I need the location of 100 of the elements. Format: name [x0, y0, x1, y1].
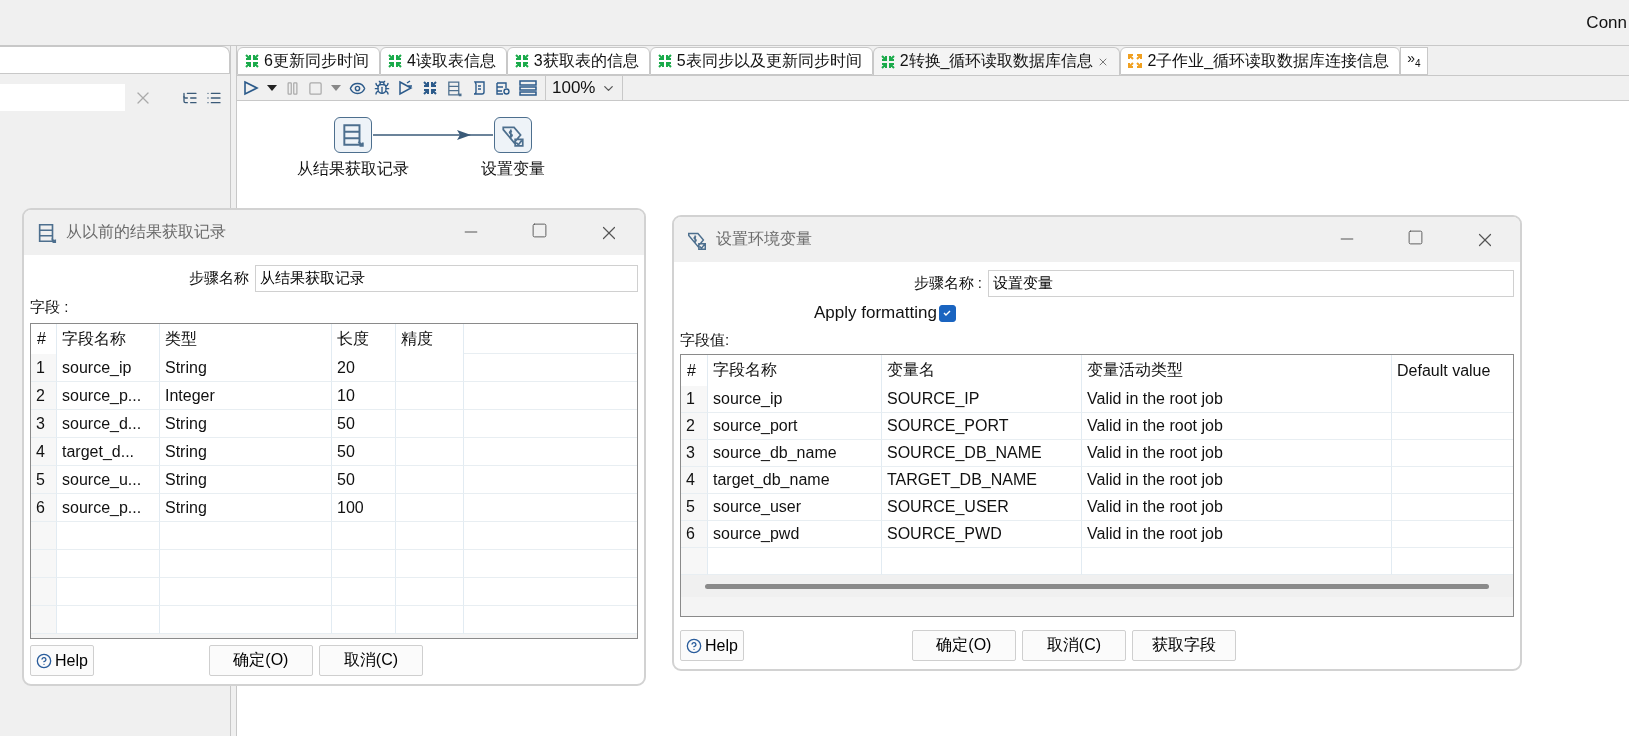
table-row[interactable]: 5 source_user SOURCE_USER Valid in the root job [681, 494, 1513, 521]
table-cell: Valid in the root job [1082, 440, 1392, 467]
table-cell: 100 [332, 494, 396, 522]
maximize-icon[interactable] [531, 221, 548, 239]
step-node[interactable] [334, 117, 372, 153]
table-cell: String [160, 410, 332, 438]
table-cell: TARGET_DB_NAME [882, 467, 1082, 494]
table-row[interactable]: 6 source_p... String 100 [31, 494, 637, 522]
row-number: 4 [681, 467, 708, 494]
table-row[interactable]: 1 source_ip String 20 [31, 354, 637, 382]
table-row[interactable]: 2 source_port SOURCE_PORT Valid in the root job [681, 413, 1513, 440]
dialog-button[interactable]: 取消(C) [1021, 630, 1126, 661]
table-row[interactable]: 3 source_d... String 50 [31, 410, 637, 438]
scrollbar[interactable] [681, 575, 1513, 597]
table-row[interactable]: 1 source_ip SOURCE_IP Valid in the root job [681, 386, 1513, 413]
table-row[interactable]: 4 target_db_name TARGET_DB_NAME Valid in the root job [681, 467, 1513, 494]
table-cell: source_d... [57, 410, 160, 438]
table-cell: source_ip [57, 354, 160, 382]
help-icon [686, 637, 702, 654]
table-cell: SOURCE_IP [882, 386, 1082, 413]
arrows-in-icon [422, 80, 438, 96]
input-field[interactable] [0, 46, 230, 74]
editor-tab[interactable]: 3获取表的信息 [506, 47, 650, 75]
editor-tab[interactable]: 2子作业_循环读取数据库连接信息 [1120, 47, 1401, 75]
script-icon[interactable] [471, 80, 487, 96]
table-cell: SOURCE_USER [882, 494, 1082, 521]
dialog-button[interactable]: 确定(O) [208, 645, 313, 676]
table-row[interactable]: 3 source_db_name SOURCE_DB_NAME Valid in the root job [681, 440, 1513, 467]
table-rows-icon [446, 79, 463, 97]
row-number: 3 [681, 440, 708, 467]
table-row[interactable]: 5 source_u... String 50 [31, 466, 637, 494]
help-button[interactable]: Help [680, 630, 744, 661]
row-number: 6 [31, 494, 57, 522]
table-cell: SOURCE_PORT [882, 413, 1082, 440]
bug-icon[interactable] [374, 80, 390, 96]
step-node[interactable] [494, 117, 532, 153]
table-cell: String [160, 466, 332, 494]
dialog-title: 设置环境变量 [716, 229, 813, 249]
table-row[interactable]: 2 source_p... Integer 10 [31, 382, 637, 410]
table-cell: 10 [332, 382, 396, 410]
arrows-in-icon [879, 53, 896, 70]
table-cell: SOURCE_DB_NAME [882, 440, 1082, 467]
step-label: 从结果获取记录 [297, 159, 409, 179]
table-cell: Valid in the root job [1082, 494, 1392, 521]
table-cell: source_user [708, 494, 882, 521]
editor-tab[interactable]: 5表同步以及更新同步时间 [649, 47, 873, 75]
dialog-button[interactable]: 取消(C) [318, 645, 423, 676]
table-cell: 50 [332, 438, 396, 466]
editor-tab[interactable]: 6更新同步时间 [237, 47, 380, 75]
maximize-icon[interactable] [1407, 228, 1424, 246]
checkbox[interactable] [938, 304, 956, 322]
field-label: 步骤名称 [189, 269, 249, 288]
editor-tab[interactable]: 4读取表信息 [379, 47, 507, 75]
table-rows-icon [36, 221, 58, 244]
zoom-dropdown[interactable]: 100% [545, 76, 624, 100]
step-label: 设置变量 [481, 159, 545, 179]
caret-icon[interactable] [267, 84, 277, 92]
dialog-button[interactable]: 确定(O) [911, 630, 1016, 661]
scrollbar-thumb[interactable] [705, 583, 1489, 589]
table-cell: source_u... [57, 466, 160, 494]
table-cell: Valid in the root job [1082, 413, 1392, 440]
row-number: 1 [31, 354, 57, 382]
pause-icon[interactable] [285, 80, 300, 96]
help-icon [36, 652, 52, 669]
row-number: 6 [681, 521, 708, 548]
arrows-in-icon [244, 53, 260, 69]
table-cell: Integer [160, 382, 332, 410]
table-cell: 50 [332, 410, 396, 438]
section-label: 字段值: [680, 331, 731, 350]
row-number: 2 [681, 413, 708, 440]
table-cell: target_d... [57, 438, 160, 466]
help-button[interactable]: Help [30, 645, 94, 676]
table-cell: SOURCE_PWD [882, 521, 1082, 548]
table-cell: Valid in the root job [1082, 521, 1392, 548]
table-cell: source_p... [57, 494, 160, 522]
row-number: 1 [681, 386, 708, 413]
arrows-in-icon [656, 53, 673, 69]
arrows-in-icon [513, 53, 530, 69]
table-cell: Valid in the root job [1082, 467, 1392, 494]
dialog-button[interactable]: 获取字段 [1131, 630, 1236, 661]
editor-tab[interactable]: 2转换_循环读取数据库信息 [872, 47, 1121, 75]
play-icon[interactable] [243, 80, 259, 96]
table-cell: 50 [332, 466, 396, 494]
table-cell: source_port [708, 413, 882, 440]
table-cell: String [160, 494, 332, 522]
section-label: 字段 : [30, 298, 70, 317]
table-cell: source_pwd [708, 521, 882, 548]
stop-icon[interactable] [308, 80, 323, 96]
layout-icon[interactable] [519, 80, 537, 96]
step-name-field[interactable]: 设置变量 [988, 270, 1514, 297]
table-row[interactable]: 4 target_d... String 50 [31, 438, 637, 466]
arrows-out-icon [1127, 53, 1144, 69]
table-cell: String [160, 354, 332, 382]
database-search-icon[interactable] [495, 80, 511, 96]
arrows-in-icon [386, 53, 403, 69]
step-name-field[interactable]: 从结果获取记录 [255, 265, 638, 292]
table-cell: source_p... [57, 382, 160, 410]
toolbar-label: Conn [1586, 12, 1627, 33]
table-row[interactable]: 6 source_pwd SOURCE_PWD Valid in the root job [681, 521, 1513, 548]
replay-icon[interactable] [398, 80, 414, 96]
